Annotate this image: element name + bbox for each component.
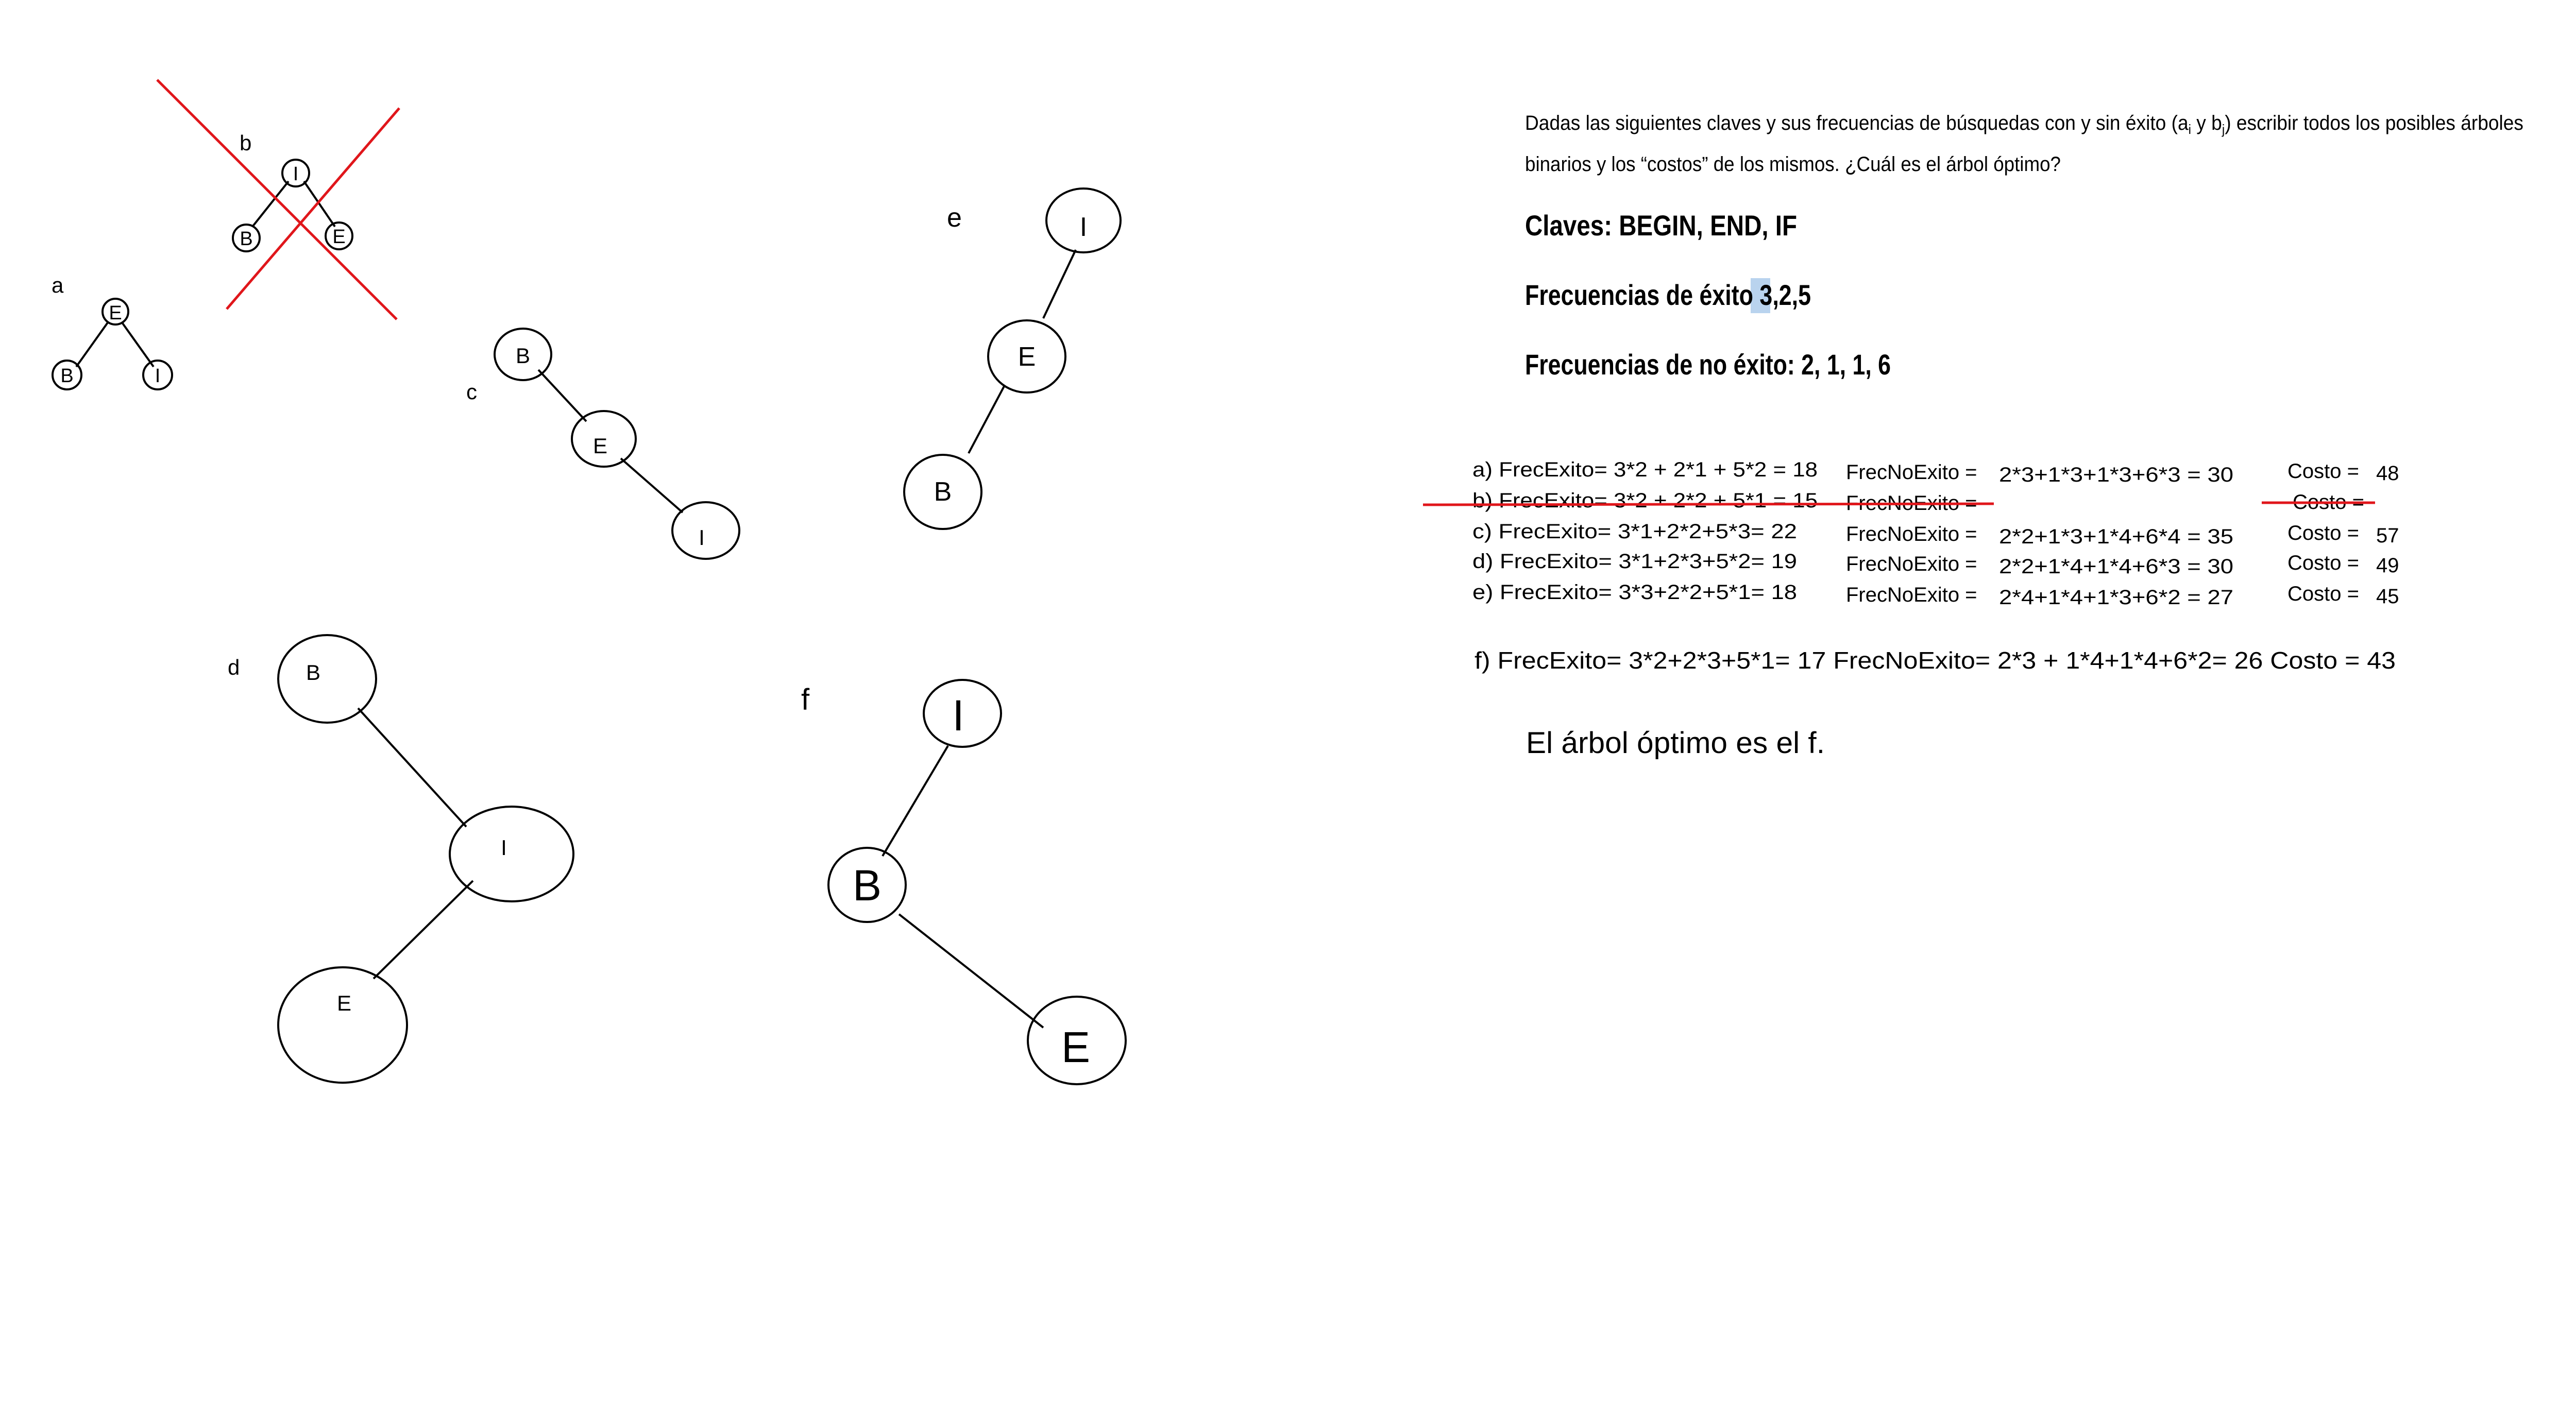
- calc-b-frec-exito: b) FrecExito= 3*2 + 2*2 + 5*1 = 15: [1472, 489, 1818, 512]
- tree-a-label: a: [52, 273, 64, 297]
- tree-c-node-1-label: B: [516, 344, 530, 368]
- tree-b-cross-stroke-2: [226, 107, 400, 310]
- calc-c-no-exito-label: FrecNoExito =: [1846, 523, 1977, 545]
- problem-keys: Claves: BEGIN, END, IF: [1525, 209, 1797, 242]
- tree-d-label: d: [228, 655, 240, 679]
- tree-a-edge-right: [121, 321, 155, 368]
- tree-a-node-left-label: B: [60, 365, 73, 387]
- tree-e-node-3-label: B: [934, 477, 952, 507]
- calc-a-no-exito-value: 2*3+1*3+1*3+6*3 = 30: [1999, 464, 2233, 486]
- problem-success-rest: ,2,5: [1772, 279, 1811, 311]
- tree-d-node-2: [449, 806, 574, 902]
- calc-d-no-exito-label: FrecNoExito =: [1846, 553, 1977, 575]
- tree-d-node-1: [277, 634, 377, 724]
- calc-d-costo-label: Costo =: [2287, 552, 2359, 574]
- calc-e-no-exito-label: FrecNoExito =: [1846, 584, 1977, 606]
- calc-c-frec-exito: c) FrecExito= 3*1+2*2+5*3= 22: [1472, 520, 1797, 543]
- calc-c-costo-label: Costo =: [2287, 522, 2359, 544]
- calc-a-costo-label: Costo =: [2287, 460, 2359, 483]
- problem-statement: Dadas las siguientes claves y sus frecue…: [1525, 112, 2523, 381]
- tree-b-node-root-label: I: [293, 163, 299, 185]
- tree-c-node-3: [671, 501, 740, 560]
- tree-f-node-2-label: B: [853, 861, 882, 910]
- calc-c-costo-value: 57: [2376, 524, 2399, 547]
- tree-d-node-1-label: B: [306, 660, 320, 685]
- tree-f: f I B E: [801, 679, 1127, 1085]
- problem-line-1: Dadas las siguientes claves y sus frecue…: [1525, 112, 2523, 137]
- tree-d-edge-1: [357, 707, 467, 828]
- calc-e-costo-value: 45: [2376, 585, 2399, 608]
- calculation-table: a) FrecExito= 3*2 + 2*1 + 5*2 = 18 FrecN…: [1422, 458, 2399, 674]
- diagram-canvas: a E B I b I B E c B E I d B I E e I E B …: [52, 79, 2523, 1085]
- tree-f-edge-2: [898, 913, 1044, 1029]
- tree-b-cross-stroke-1: [156, 79, 398, 320]
- tree-f-node-1-label: I: [952, 691, 964, 740]
- conclusion-text: El árbol óptimo es el f.: [1526, 726, 1825, 760]
- calc-e-frec-exito: e) FrecExito= 3*3+2*2+5*1= 18: [1472, 581, 1797, 604]
- calc-e-costo-label: Costo =: [2287, 583, 2359, 605]
- calc-a-no-exito-label: FrecNoExito =: [1846, 461, 1977, 484]
- calc-f-line: f) FrecExito= 3*2+2*3+5*1= 17 FrecNoExit…: [1475, 647, 2396, 674]
- calc-d-frec-exito: d) FrecExito= 3*1+2*3+5*2= 19: [1472, 550, 1797, 573]
- problem-success-highlight: 3: [1759, 279, 1772, 311]
- tree-b-label: b: [240, 131, 251, 155]
- problem-line-1-mid: y b: [2191, 112, 2222, 134]
- tree-c-node-2-label: E: [593, 434, 607, 458]
- calc-c-no-exito-value: 2*2+1*3+1*4+6*4 = 35: [1999, 525, 2233, 548]
- tree-e: e I E B: [903, 187, 1122, 530]
- tree-b-node-left-label: B: [240, 228, 252, 250]
- tree-f-edge-1: [882, 745, 949, 857]
- tree-d-node-3-label: E: [337, 991, 351, 1015]
- calc-a-frec-exito: a) FrecExito= 3*2 + 2*1 + 5*2 = 18: [1472, 458, 1818, 481]
- tree-d-node-3: [277, 966, 408, 1084]
- problem-failure: Frecuencias de no éxito: 2, 1, 1, 6: [1525, 348, 1891, 381]
- tree-e-node-1-label: I: [1080, 212, 1087, 242]
- tree-d: d B I E: [228, 634, 574, 1084]
- tree-e-node-2-label: E: [1018, 342, 1036, 372]
- tree-c-node-3-label: I: [699, 525, 705, 550]
- tree-d-edge-2: [372, 880, 474, 980]
- tree-b-node-right-label: E: [332, 226, 345, 248]
- calc-d-no-exito-value: 2*2+1*4+1*4+6*3 = 30: [1999, 555, 2233, 578]
- tree-f-label: f: [801, 683, 810, 716]
- calc-e-no-exito-value: 2*4+1*4+1*3+6*2 = 27: [1999, 586, 2233, 609]
- tree-e-label: e: [947, 203, 962, 233]
- tree-a-edge-left: [75, 321, 109, 368]
- tree-c-edge-1: [537, 369, 587, 422]
- tree-e-edge-1: [1042, 249, 1077, 319]
- calc-d-costo-value: 49: [2376, 554, 2399, 577]
- tree-c: c B E I: [466, 328, 740, 560]
- tree-a-node-right-label: I: [155, 365, 161, 387]
- tree-c-edge-2: [620, 457, 684, 514]
- problem-line-1-pre: Dadas las siguientes claves y sus frecue…: [1525, 112, 2189, 134]
- tree-a: a E B I: [52, 273, 173, 390]
- problem-success: Frecuencias de éxito 3,2,5: [1525, 279, 1811, 311]
- calc-a-costo-value: 48: [2376, 462, 2399, 485]
- tree-d-node-2-label: I: [501, 835, 507, 860]
- problem-success-label: Frecuencias de éxito: [1525, 279, 1759, 311]
- problem-line-2: binarios y los “costos” de los mismos. ¿…: [1525, 153, 2061, 176]
- tree-e-edge-2: [968, 385, 1006, 454]
- tree-a-node-root-label: E: [109, 302, 122, 324]
- tree-f-node-3-label: E: [1061, 1023, 1090, 1071]
- tree-c-label: c: [466, 380, 477, 404]
- calc-b-strike-line: [1422, 502, 1994, 506]
- problem-line-1-post: ) escribir todos los posibles árboles: [2225, 112, 2523, 134]
- tree-b: b I B E: [156, 79, 400, 320]
